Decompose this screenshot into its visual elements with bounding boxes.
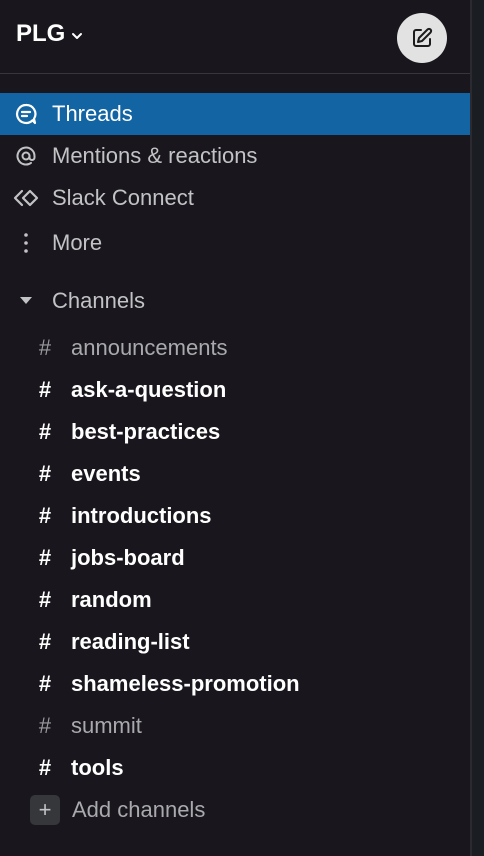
hash-icon: # [38, 335, 52, 360]
nav-item-label: More [52, 230, 103, 255]
main-pane-edge [472, 0, 484, 856]
sidebar-header: PLG [0, 0, 470, 74]
channel-name: introductions [71, 503, 212, 528]
nav-item-label: Threads [52, 101, 133, 126]
nav-item-label: Slack Connect [52, 185, 194, 210]
workspace-switcher[interactable]: PLG [16, 20, 83, 48]
channel-item-ask-a-question[interactable]: # ask-a-question [0, 369, 470, 411]
channel-name: tools [71, 755, 124, 780]
channel-name: summit [71, 713, 142, 738]
channel-name: ask-a-question [71, 377, 227, 402]
channel-name: jobs-board [71, 545, 185, 570]
hash-icon: # [38, 671, 52, 696]
hash-icon: # [38, 503, 52, 528]
channels-section-header[interactable]: Channels [0, 280, 470, 322]
channel-name: shameless-promotion [71, 671, 300, 696]
channel-item-jobs-board[interactable]: # jobs-board [0, 537, 470, 579]
nav-item-label: Mentions & reactions [52, 143, 258, 168]
channel-item-announcements[interactable]: # announcements [0, 327, 470, 369]
channel-item-shameless-promotion[interactable]: # shameless-promotion [0, 663, 470, 705]
caret-down-icon [0, 296, 52, 306]
hash-icon: # [38, 713, 52, 738]
plus-icon: + [30, 795, 60, 825]
more-vertical-icon [0, 232, 52, 254]
compose-button[interactable] [397, 13, 447, 63]
hash-icon: # [38, 755, 52, 780]
channel-name: random [71, 587, 152, 612]
channel-item-best-practices[interactable]: # best-practices [0, 411, 470, 453]
hash-icon: # [38, 461, 52, 486]
channel-name: events [71, 461, 141, 486]
channel-item-events[interactable]: # events [0, 453, 470, 495]
hash-icon: # [38, 629, 52, 654]
nav-item-threads[interactable]: Threads [0, 93, 472, 135]
threads-icon [0, 103, 52, 125]
sidebar: PLG Threads Mentions & reactions Slack C… [0, 0, 472, 856]
workspace-name: PLG [16, 20, 66, 47]
channel-name: announcements [71, 335, 228, 360]
channel-item-introductions[interactable]: # introductions [0, 495, 470, 537]
nav-item-mentions[interactable]: Mentions & reactions [0, 135, 472, 177]
hash-icon: # [38, 419, 52, 444]
nav-item-slack-connect[interactable]: Slack Connect [0, 177, 472, 219]
channel-name: reading-list [71, 629, 190, 654]
hash-icon: # [38, 587, 52, 612]
at-icon [0, 145, 52, 167]
hash-icon: # [38, 545, 52, 570]
add-channels-button[interactable]: + Add channels [0, 789, 470, 831]
compose-icon [413, 27, 433, 47]
channel-item-summit[interactable]: # summit [0, 705, 470, 747]
channel-item-reading-list[interactable]: # reading-list [0, 621, 470, 663]
add-channels-label: Add channels [72, 797, 206, 822]
nav-item-more[interactable]: More [0, 222, 472, 264]
channel-name: best-practices [71, 419, 221, 444]
hash-icon: # [38, 377, 52, 402]
channels-header-label: Channels [52, 288, 145, 313]
channel-item-tools[interactable]: # tools [0, 747, 470, 789]
chevron-down-icon [72, 33, 83, 39]
slack-connect-icon [0, 188, 52, 208]
channel-item-random[interactable]: # random [0, 579, 470, 621]
